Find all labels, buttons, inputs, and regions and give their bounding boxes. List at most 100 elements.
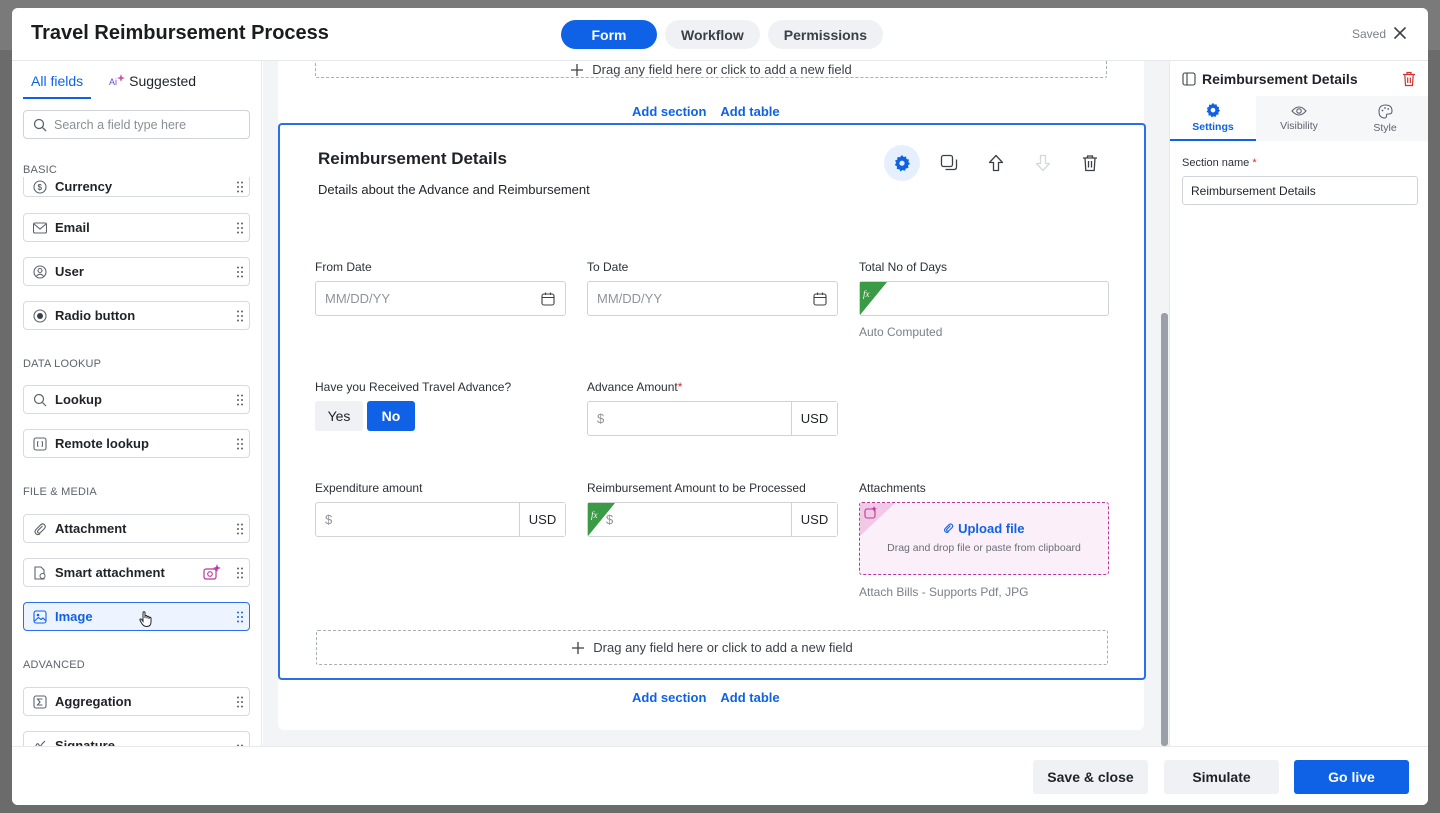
form-builder-modal: Travel Reimbursement Process Form Workfl… [12, 8, 1428, 805]
field-currency-label: Currency [55, 179, 113, 194]
drag-handle-icon[interactable] [237, 523, 243, 535]
go-live-button[interactable]: Go live [1294, 760, 1409, 794]
svg-text:fx: fx [591, 510, 598, 520]
formula-fx-icon: fx [588, 503, 615, 536]
required-mark: * [1252, 157, 1257, 169]
section-card-footer [278, 680, 1144, 730]
tab-settings[interactable]: Settings [1170, 96, 1256, 141]
drag-handle-icon[interactable] [237, 696, 243, 708]
field-attachment-label: Attachment [55, 521, 127, 536]
search-icon [33, 118, 47, 132]
reimbursement-input[interactable]: fx $ USD [587, 502, 838, 537]
to-date-input[interactable]: MM/DD/YY [587, 281, 838, 316]
drag-handle-icon[interactable] [237, 567, 243, 579]
field-email[interactable]: Email [23, 213, 250, 242]
expenditure-input[interactable]: $ USD [315, 502, 566, 537]
save-close-button[interactable]: Save & close [1033, 760, 1148, 794]
section-name-input[interactable]: Reimbursement Details [1182, 176, 1418, 205]
svg-text:Ai: Ai [109, 77, 117, 87]
no-option[interactable]: No [367, 401, 415, 431]
settings-gear-icon[interactable] [884, 145, 920, 181]
add-table-link[interactable]: Add table [720, 690, 779, 705]
attachments-label: Attachments [859, 481, 926, 495]
upload-file-button[interactable]: Upload file [860, 521, 1108, 536]
tab-style[interactable]: Style [1342, 96, 1428, 141]
drag-handle-icon[interactable] [237, 611, 243, 623]
from-date-input[interactable]: MM/DD/YY [315, 281, 566, 316]
calendar-icon[interactable] [813, 292, 827, 306]
svg-text:fx: fx [863, 289, 870, 299]
field-smart-attachment[interactable]: Smart attachment [23, 558, 250, 587]
simulate-button[interactable]: Simulate [1164, 760, 1279, 794]
advance-amount-prefix: $ [597, 411, 605, 426]
field-attachment[interactable]: Attachment [23, 514, 250, 543]
expenditure-prefix: $ [325, 512, 333, 527]
drag-handle-icon[interactable] [237, 181, 243, 193]
field-search-input[interactable]: Search a field type here [23, 110, 250, 139]
section-name-label: Section name * [1182, 157, 1257, 169]
advance-amount-input[interactable]: $ USD [587, 401, 838, 436]
tab-form[interactable]: Form [561, 20, 657, 49]
reimbursement-currency: USD [791, 503, 837, 536]
attachments-dropzone[interactable]: Upload file Drag and drop file or paste … [859, 502, 1109, 575]
move-up-icon[interactable] [978, 145, 1014, 181]
drop-zone-text: Drag any field here or click to add a ne… [592, 62, 852, 77]
add-table-link[interactable]: Add table [720, 104, 779, 119]
tab-all-fields[interactable]: All fields [23, 73, 92, 99]
header-bar: Travel Reimbursement Process Form Workfl… [12, 8, 1428, 61]
field-remote-lookup[interactable]: Remote lookup [23, 429, 250, 458]
palette-tabs: All fields Ai Suggested [23, 73, 204, 99]
from-date-label: From Date [315, 260, 372, 274]
settings-gear-icon [1206, 102, 1221, 118]
to-date-placeholder: MM/DD/YY [597, 291, 662, 306]
page-title: Travel Reimbursement Process [31, 22, 329, 44]
section-links-bottom: Add section Add table [632, 690, 780, 705]
travel-advance-toggle: Yes No [315, 401, 415, 431]
drop-zone-bottom[interactable]: Drag any field here or click to add a ne… [316, 630, 1108, 665]
total-days-input[interactable]: fx [859, 281, 1109, 316]
properties-panel: Reimbursement Details Settings Visibilit… [1169, 61, 1428, 746]
field-email-label: Email [55, 220, 90, 235]
drag-handle-icon[interactable] [237, 438, 243, 450]
drag-handle-icon[interactable] [237, 266, 243, 278]
radio-icon [33, 308, 47, 323]
remote-lookup-icon [33, 436, 47, 451]
delete-icon[interactable] [1402, 71, 1416, 87]
duplicate-icon[interactable] [931, 145, 967, 181]
to-date-label: To Date [587, 260, 629, 274]
field-signature[interactable]: Signature [23, 731, 250, 746]
field-image-label: Image [55, 609, 93, 624]
drag-handle-icon[interactable] [237, 310, 243, 322]
move-down-icon[interactable] [1025, 145, 1061, 181]
add-section-link[interactable]: Add section [632, 104, 706, 119]
tab-permissions[interactable]: Permissions [767, 20, 884, 49]
field-aggregation[interactable]: Aggregation [23, 687, 250, 716]
delete-section-icon[interactable] [1072, 145, 1108, 181]
tab-suggested-label: Suggested [129, 73, 197, 89]
canvas-scrollbar[interactable] [1161, 313, 1168, 746]
field-lookup[interactable]: Lookup [23, 385, 250, 414]
field-radio-button[interactable]: Radio button [23, 301, 250, 330]
drop-zone-top[interactable]: Drag any field here or click to add a ne… [315, 61, 1107, 78]
drop-zone-text: Drag any field here or click to add a ne… [593, 640, 853, 655]
advance-amount-label: Advance Amount* [587, 380, 682, 394]
close-icon[interactable] [1392, 25, 1408, 41]
field-user[interactable]: User [23, 257, 250, 286]
tab-visibility[interactable]: Visibility [1256, 96, 1342, 141]
yes-option[interactable]: Yes [315, 401, 363, 431]
search-icon [33, 393, 47, 407]
drag-handle-icon[interactable] [237, 394, 243, 406]
expenditure-currency: USD [519, 503, 565, 536]
calendar-icon[interactable] [541, 292, 555, 306]
field-image[interactable]: Image [23, 602, 250, 631]
image-icon [33, 609, 47, 624]
tab-suggested[interactable]: Ai Suggested [101, 73, 204, 99]
field-currency[interactable]: $ Currency [23, 177, 250, 197]
tab-workflow[interactable]: Workflow [665, 20, 760, 49]
reimbursement-label: Reimbursement Amount to be Processed [587, 481, 806, 495]
currency-icon: $ [33, 179, 47, 194]
tab-settings-label: Settings [1192, 121, 1234, 133]
reimbursement-section[interactable]: Reimbursement Details Details about the … [278, 123, 1146, 680]
add-section-link[interactable]: Add section [632, 690, 706, 705]
drag-handle-icon[interactable] [237, 222, 243, 234]
